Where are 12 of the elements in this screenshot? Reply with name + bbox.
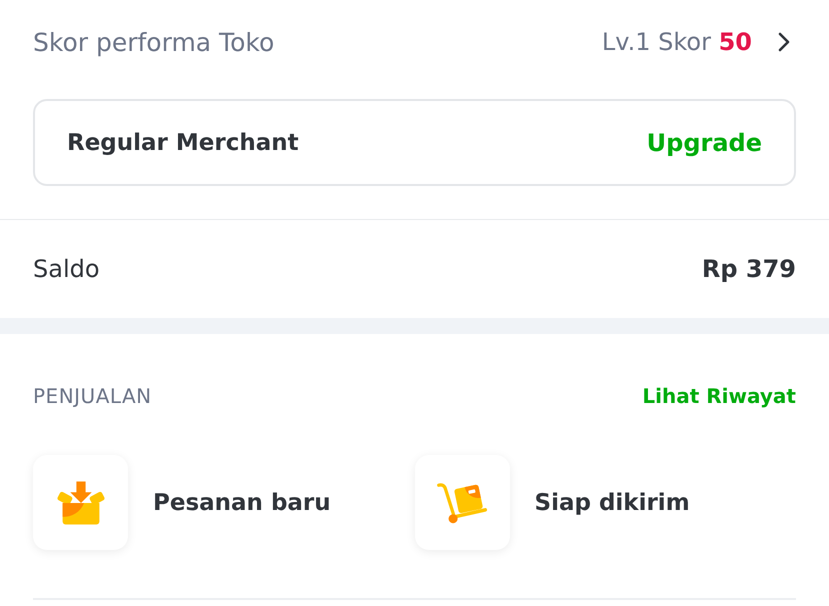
sales-heading: PENJUALAN <box>33 384 152 408</box>
box-arrow-icon <box>54 480 106 526</box>
balance-label: Saldo <box>33 255 100 283</box>
balance-amount: Rp 379 <box>702 255 796 283</box>
performance-label: Skor performa Toko <box>33 28 274 56</box>
icon-tile[interactable] <box>414 455 510 550</box>
tile-label[interactable]: Pesanan baru <box>153 490 331 516</box>
merchant-tier-label: Regular Merchant <box>67 130 299 156</box>
score-text: Lv.1 Skor 50 <box>602 28 752 56</box>
tile-label[interactable]: Siap dikirim <box>534 490 690 516</box>
icon-tile[interactable] <box>33 455 128 550</box>
chevron-right-icon[interactable] <box>778 32 790 52</box>
